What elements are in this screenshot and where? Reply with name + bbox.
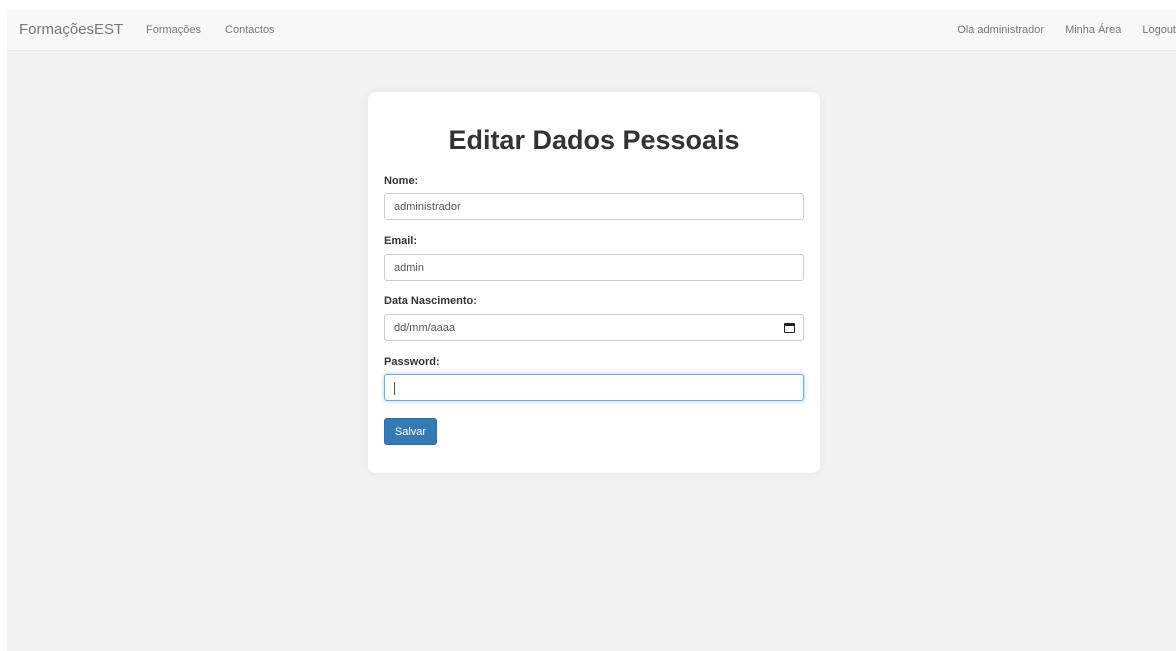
data-nascimento-input[interactable]: dd/mm/aaaa	[384, 314, 804, 341]
app-viewport: FormaçõesEST Formações Contactos Ola adm…	[7, 10, 1176, 651]
email-input-value: admin	[394, 262, 424, 274]
email-label: Email:	[384, 235, 418, 247]
data-nascimento-placeholder: dd/mm/aaaa	[394, 322, 456, 334]
edit-profile-card: Editar Dados Pessoais Nome: administrado…	[368, 92, 820, 473]
nav-link-minha-area[interactable]: Minha Área	[1065, 24, 1121, 36]
nav-link-logout[interactable]: Logout	[1142, 24, 1176, 36]
email-input[interactable]: admin	[384, 254, 804, 281]
data-nascimento-label: Data Nascimento:	[384, 295, 477, 307]
nav-left-links: Formações Contactos	[146, 24, 275, 36]
nome-input[interactable]: administrador	[384, 193, 804, 220]
password-input[interactable]	[384, 374, 804, 401]
nav-link-formacoes[interactable]: Formações	[146, 24, 201, 36]
nome-label: Nome:	[384, 175, 419, 187]
brand-link[interactable]: FormaçõesEST	[19, 21, 123, 38]
page-title: Editar Dados Pessoais	[448, 125, 740, 155]
nav-right-links: Ola administrador Minha Área Logout	[957, 24, 1176, 36]
salvar-button[interactable]: Salvar	[384, 418, 437, 445]
text-cursor	[394, 382, 395, 395]
calendar-icon[interactable]	[784, 323, 795, 333]
nome-input-value: administrador	[394, 201, 461, 213]
nav-greeting-user[interactable]: Ola administrador	[957, 24, 1044, 36]
password-label: Password:	[384, 356, 440, 368]
top-navbar: FormaçõesEST Formações Contactos Ola adm…	[7, 10, 1176, 51]
nav-link-contactos[interactable]: Contactos	[225, 24, 275, 36]
